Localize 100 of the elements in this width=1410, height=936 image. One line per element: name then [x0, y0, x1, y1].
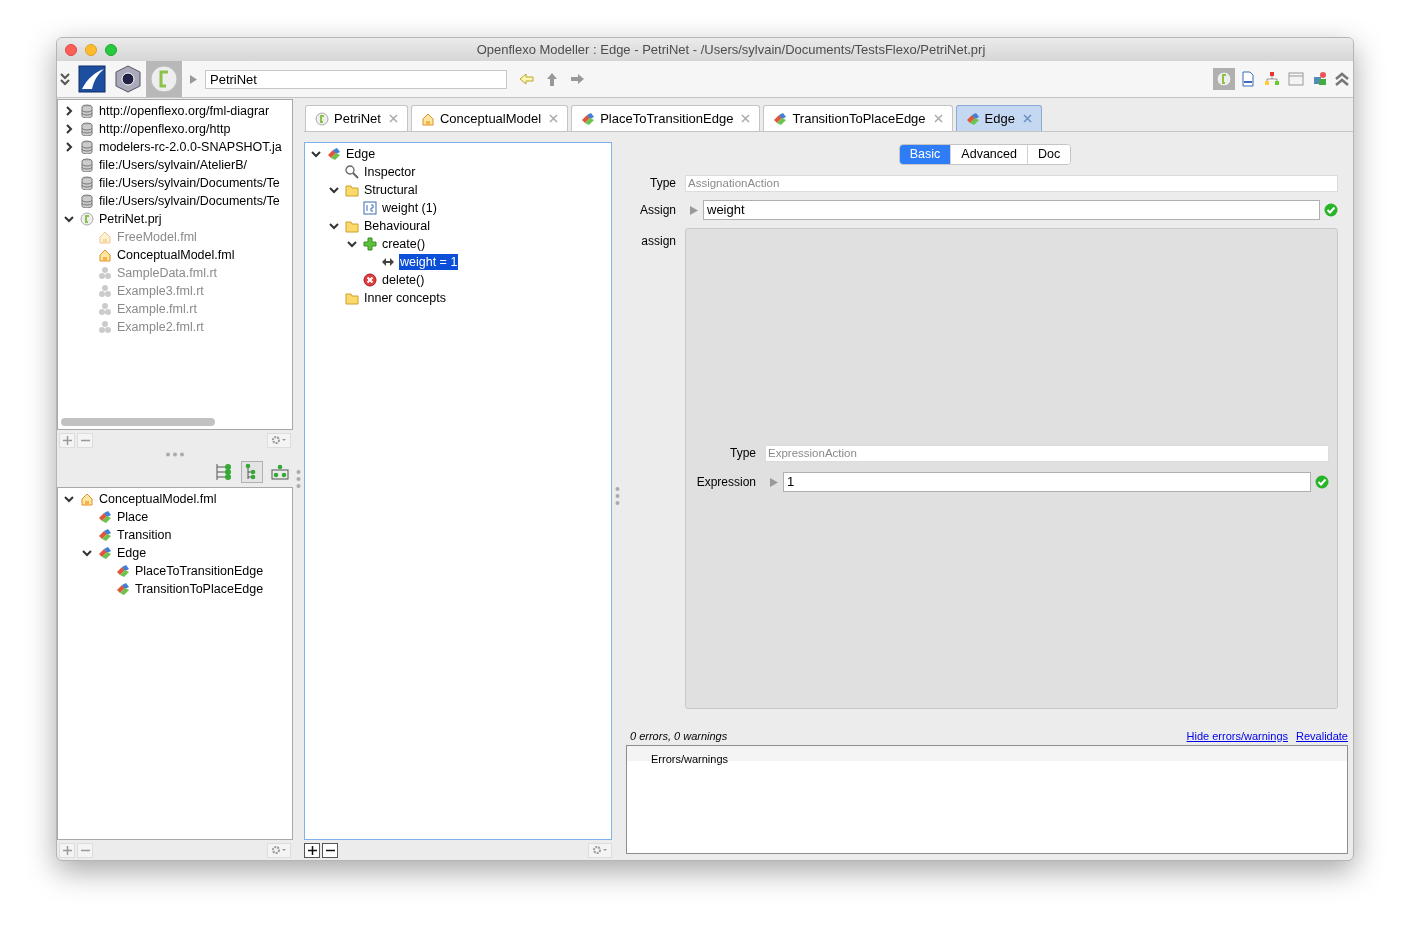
expand-chevron-icon[interactable]: [63, 141, 75, 153]
editor-tab[interactable]: Edge: [955, 105, 1042, 131]
splitter-handle-icon[interactable]: [165, 451, 185, 457]
tree-item[interactable]: http://openflexo.org/fml-diagrar: [98, 103, 271, 119]
project-icon: [1216, 71, 1232, 87]
tree-item[interactable]: ConceptualModel.fml: [116, 247, 236, 263]
tree-item[interactable]: Place: [116, 509, 150, 525]
editor-tab[interactable]: ConceptualModel: [410, 105, 569, 131]
field-label: assign: [641, 233, 676, 250]
close-icon[interactable]: [388, 114, 398, 123]
plus-icon: [62, 845, 72, 855]
collapse-chevron-icon[interactable]: [63, 493, 75, 505]
cluster-icon: [98, 302, 112, 316]
database-icon: [80, 140, 94, 154]
splitter-handle-icon[interactable]: [296, 469, 301, 489]
binding-field[interactable]: weight: [703, 200, 1320, 220]
tree-item[interactable]: modelers-rc-2.0.0-SNAPSHOT.ja: [98, 139, 283, 155]
tree-item[interactable]: TransitionToPlaceEdge: [134, 581, 265, 597]
concept-icon: [581, 111, 596, 126]
link[interactable]: Revalidate: [1296, 727, 1348, 745]
editor-tab[interactable]: PlaceToTransitionEdge: [571, 105, 761, 131]
concept-icon: [327, 147, 341, 161]
splitter-handle-icon[interactable]: [614, 486, 620, 506]
collapse-chevron-icon[interactable]: [81, 547, 93, 559]
tree-item[interactable]: weight (1): [381, 200, 438, 216]
forward-arrow-icon[interactable]: [570, 73, 585, 85]
up-arrow-icon[interactable]: [546, 71, 558, 87]
link[interactable]: Hide errors/warnings: [1186, 727, 1288, 745]
close-icon[interactable]: [1022, 114, 1032, 123]
collapse-chevron-icon[interactable]: [310, 148, 322, 160]
add-button[interactable]: [304, 842, 320, 858]
editor-tab[interactable]: PetriNet: [305, 105, 408, 131]
expand-chevron-icon[interactable]: [63, 105, 75, 117]
settings-button[interactable]: [588, 842, 612, 858]
back-arrow-icon[interactable]: [519, 73, 534, 85]
tree-item[interactable]: PetriNet.prj: [98, 211, 163, 227]
tree-item[interactable]: Transition: [116, 527, 173, 543]
tree-item[interactable]: PlaceToTransitionEdge: [134, 563, 265, 579]
collapse-chevron-icon[interactable]: [328, 184, 340, 196]
tree-item[interactable]: http://openflexo.org/http: [98, 121, 232, 137]
magnifier-icon: [345, 165, 359, 179]
tree-item[interactable]: Inner concepts: [363, 290, 447, 306]
vertical-nodes-icon: [215, 463, 233, 481]
view-tab[interactable]: Doc: [1026, 145, 1071, 164]
collapse-up-icon[interactable]: [1335, 72, 1349, 86]
tree-item[interactable]: create(): [381, 236, 427, 252]
plus-icon: [307, 845, 317, 855]
settings-button[interactable]: [267, 432, 291, 448]
database-icon: [80, 158, 94, 172]
wing-icon: [77, 64, 107, 94]
remove-button[interactable]: [322, 842, 338, 858]
gear-icon: [271, 845, 287, 855]
tree-item[interactable]: file:/Users/sylvain/AtelierB/: [98, 157, 248, 173]
collapse-chevron-icon[interactable]: [328, 220, 340, 232]
tree-item[interactable]: ConceptualModel.fml: [98, 491, 218, 507]
delete-icon: [363, 273, 377, 287]
tree-item[interactable]: Edge: [345, 146, 377, 162]
close-icon[interactable]: [741, 114, 751, 123]
concept-icon: [116, 582, 130, 596]
tree-item[interactable]: file:/Users/sylvain/Documents/Te: [98, 175, 281, 191]
hierarchy-icon: [1264, 71, 1280, 87]
editor-tab[interactable]: TransitionToPlaceEdge: [763, 105, 953, 131]
field-label: Type: [650, 175, 676, 192]
concept-icon: [773, 111, 788, 126]
close-button[interactable]: [65, 43, 77, 56]
settings-button[interactable]: [267, 842, 291, 858]
gear-icon: [592, 845, 608, 855]
folder-icon: [345, 219, 359, 233]
view-tab[interactable]: Basic: [899, 145, 951, 164]
column-header: Errors/warnings: [651, 753, 729, 765]
type-field: ExpressionAction: [765, 444, 1329, 462]
folder-icon: [345, 183, 359, 197]
tree-item[interactable]: file:/Users/sylvain/Documents/Te: [98, 193, 281, 209]
tree-item[interactable]: weight = 1: [399, 254, 459, 270]
minimize-button[interactable]: [85, 43, 97, 56]
view-mode-button[interactable]: [241, 461, 263, 483]
close-icon[interactable]: [549, 114, 559, 123]
concept-icon: [98, 510, 112, 524]
cluster-icon: [98, 284, 112, 298]
collapse-chevron-icon[interactable]: [63, 213, 75, 225]
tree-item[interactable]: Behavioural: [363, 218, 431, 234]
expand-arrow-icon[interactable]: [770, 477, 778, 487]
double-arrow-icon: [381, 255, 395, 269]
close-icon[interactable]: [933, 114, 943, 123]
collapse-icon[interactable]: [60, 72, 70, 86]
gear-icon: [271, 435, 287, 445]
collapse-chevron-icon[interactable]: [346, 238, 358, 250]
horizontal-scrollbar[interactable]: [61, 418, 215, 426]
tree-item[interactable]: Edge: [116, 545, 148, 561]
model-icon: [98, 230, 112, 244]
expand-arrow-icon[interactable]: [690, 205, 698, 215]
tree-item[interactable]: Inspector: [363, 164, 417, 180]
expand-chevron-icon[interactable]: [63, 123, 75, 135]
breadcrumb-field[interactable]: PetriNet: [205, 69, 507, 89]
tree-item[interactable]: Structural: [363, 182, 419, 198]
tree-item[interactable]: delete(): [381, 272, 426, 288]
project-icon: [80, 212, 94, 226]
cluster-icon: [98, 320, 112, 334]
zoom-button[interactable]: [105, 43, 117, 56]
binding-field[interactable]: 1: [783, 472, 1311, 492]
